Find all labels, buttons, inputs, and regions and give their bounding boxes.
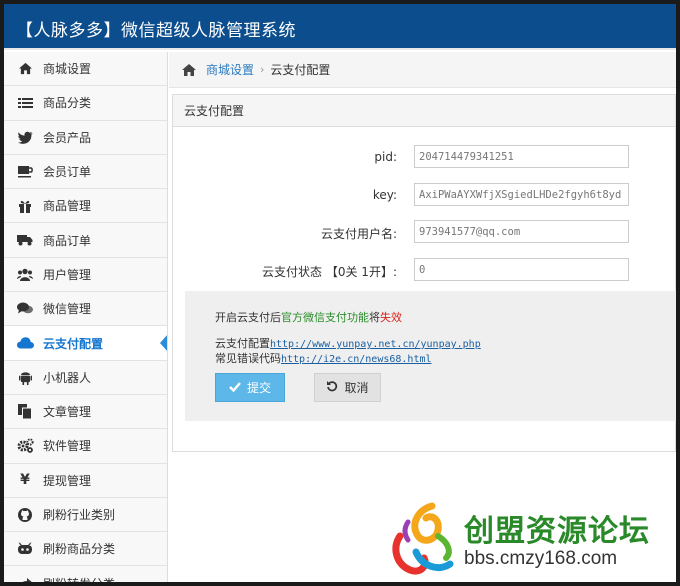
- coffee-icon: [16, 164, 34, 180]
- config-panel: 云支付配置 pid: key: 云支付用户名: 云支付状态 【0关 1开】: 开…: [172, 94, 676, 452]
- sidebar-item-label: 商品订单: [43, 233, 92, 248]
- sidebar-item-label: 商品分类: [43, 96, 92, 111]
- users-icon: [16, 266, 34, 282]
- list-icon: [16, 95, 34, 111]
- username-label: 云支付用户名:: [320, 227, 397, 241]
- sidebar-item[interactable]: 商城设置: [4, 52, 167, 87]
- sidebar-item-label: 会员订单: [43, 165, 92, 180]
- sidebar-item[interactable]: 云支付配置: [4, 326, 167, 361]
- sidebar: 商城设置商品分类会员产品会员订单商品管理商品订单用户管理微信管理云支付配置小机器…: [4, 52, 168, 582]
- warning-invalid: 失效: [380, 311, 402, 324]
- sidebar-item[interactable]: 商品订单: [4, 223, 167, 258]
- pid-label: pid:: [374, 150, 397, 164]
- undo-icon: [326, 380, 338, 395]
- home-icon[interactable]: [181, 63, 197, 77]
- android-icon: [16, 369, 34, 385]
- comments-icon: [16, 301, 34, 317]
- error-code-link[interactable]: http://i2e.cn/news68.html: [281, 354, 432, 365]
- warning-mid: 将: [369, 311, 380, 324]
- breadcrumb: 商城设置 › 云支付配置: [169, 52, 676, 88]
- sidebar-item[interactable]: 微信管理: [4, 292, 167, 327]
- watermark-text: 创盟资源论坛: [464, 514, 650, 549]
- sidebar-item[interactable]: 软件管理: [4, 429, 167, 464]
- bug-icon: [16, 541, 34, 557]
- config-link-label: 云支付配置: [215, 337, 270, 350]
- sidebar-item-label: 小机器人: [43, 370, 92, 385]
- sidebar-item[interactable]: 会员订单: [4, 155, 167, 190]
- sidebar-item[interactable]: 商品管理: [4, 189, 167, 224]
- key-label: key:: [372, 188, 397, 202]
- yen-icon: ¥: [20, 472, 30, 489]
- sidebar-item[interactable]: 刷粉转发分类: [4, 566, 167, 582]
- panel-title: 云支付配置: [173, 95, 675, 127]
- sidebar-item[interactable]: 会员产品: [4, 121, 167, 155]
- sidebar-item-label: 软件管理: [43, 439, 92, 454]
- sidebar-item-label: 刷粉转发分类: [43, 575, 115, 582]
- config-link-line: 云支付配置http://www.yunpay.net.cn/yunpay.php: [215, 335, 481, 351]
- cloud-icon: [16, 335, 34, 351]
- sidebar-item-label: 刷粉商品分类: [43, 542, 116, 557]
- sidebar-item[interactable]: 用户管理: [4, 258, 167, 293]
- app-title: 【人脉多多】微信超级人脉管理系统: [16, 21, 296, 41]
- status-label: 云支付状态 【0关 1开】:: [262, 265, 397, 279]
- sidebar-item-label: 云支付配置: [43, 336, 104, 351]
- error-code-line: 常见错误代码http://i2e.cn/news68.html: [215, 350, 432, 366]
- top-header: 【人脉多多】微信超级人脉管理系统: [4, 4, 676, 50]
- cancel-label: 取消: [344, 381, 369, 395]
- twitter-icon: [16, 129, 34, 145]
- yunpay-link[interactable]: http://www.yunpay.net.cn/yunpay.php: [270, 339, 481, 350]
- key-input[interactable]: [414, 183, 629, 206]
- form-row-username: 云支付用户名:: [173, 220, 676, 246]
- form-row-status: 云支付状态 【0关 1开】:: [173, 258, 676, 284]
- breadcrumb-root-link[interactable]: 商城设置: [206, 61, 254, 78]
- form-row-pid: pid:: [173, 145, 676, 171]
- breadcrumb-current: 云支付配置: [270, 63, 331, 77]
- breadcrumb-separator: ›: [260, 63, 265, 76]
- home-icon: [16, 61, 34, 77]
- warning-feature: 官方微信支付功能: [281, 311, 369, 324]
- cogs-icon: [16, 438, 34, 454]
- watermark: 创盟资源论坛 bbs.cmzy168.com: [388, 500, 678, 584]
- warning-text: 开启云支付后官方微信支付功能将失效: [215, 309, 402, 325]
- form-row-key: key:: [173, 183, 676, 209]
- sidebar-item[interactable]: 刷粉行业类别: [4, 498, 167, 533]
- sidebar-item[interactable]: ¥ 提现管理: [4, 464, 167, 498]
- sidebar-item[interactable]: 刷粉商品分类: [4, 532, 167, 567]
- watermark-url: bbs.cmzy168.com: [464, 548, 618, 569]
- submit-label: 提交: [246, 381, 271, 395]
- sidebar-item[interactable]: 小机器人: [4, 361, 167, 395]
- sidebar-item-label: 会员产品: [43, 130, 92, 145]
- sidebar-item[interactable]: 商品分类: [4, 86, 167, 121]
- error-code-label: 常见错误代码: [215, 352, 281, 365]
- sidebar-item-label: 商品管理: [43, 199, 92, 214]
- sidebar-item-label: 用户管理: [43, 267, 92, 282]
- sidebar-item-label: 提现管理: [43, 473, 92, 488]
- pid-input[interactable]: [414, 145, 629, 168]
- username-input[interactable]: [414, 220, 629, 243]
- sidebar-item[interactable]: 文章管理: [4, 395, 167, 430]
- gift-icon: [16, 198, 34, 214]
- sidebar-item-label: 微信管理: [43, 302, 92, 317]
- info-box: 开启云支付后官方微信支付功能将失效 云支付配置http://www.yunpay…: [185, 291, 676, 421]
- app-window: 【人脉多多】微信超级人脉管理系统 商城设置商品分类会员产品会员订单商品管理商品订…: [4, 4, 676, 582]
- github-icon: [16, 507, 34, 523]
- sidebar-item-label: 商城设置: [43, 62, 92, 77]
- watermark-logo: [392, 502, 454, 575]
- submit-button[interactable]: 提交: [215, 373, 285, 402]
- share-icon: [16, 575, 34, 582]
- cancel-button[interactable]: 取消: [314, 373, 381, 402]
- sidebar-item-label: 文章管理: [43, 405, 92, 420]
- warning-prefix: 开启云支付后: [215, 311, 281, 324]
- copy-icon: [16, 404, 34, 420]
- check-icon: [229, 381, 241, 395]
- status-input[interactable]: [414, 258, 629, 281]
- sidebar-item-label: 刷粉行业类别: [43, 508, 116, 522]
- truck-icon: [16, 232, 34, 248]
